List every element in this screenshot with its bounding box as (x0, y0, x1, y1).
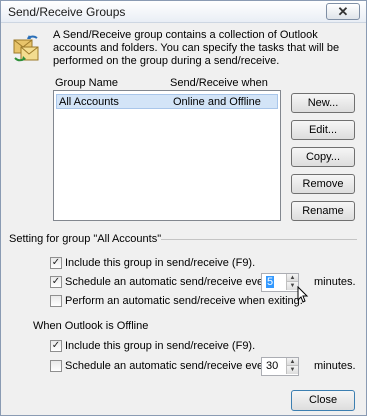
auto-exit-checkbox[interactable] (50, 295, 62, 307)
group-name-cell: All Accounts (59, 96, 119, 108)
group-settings-title: Setting for group "All Accounts" (9, 233, 162, 245)
schedule-online-minutes-input[interactable]: 5 ▲ ▼ (261, 273, 299, 292)
window-title: Send/Receive Groups (8, 5, 126, 19)
send-receive-dialog: Send/Receive Groups ✕ A Send/Receive gro… (0, 0, 367, 416)
checkmark-icon: ✓ (51, 340, 61, 351)
schedule-online-label: Schedule an automatic send/receive every (65, 276, 273, 288)
new-button[interactable]: New... (291, 93, 355, 113)
checkmark-icon: ✓ (51, 257, 61, 268)
send-receive-icon (13, 35, 39, 62)
spin-up-icon[interactable]: ▲ (286, 358, 298, 366)
checkmark-icon: ✓ (51, 276, 61, 287)
minutes-value: 5 (266, 276, 275, 288)
offline-minutes-unit-label: minutes. (314, 360, 356, 372)
close-icon: ✕ (337, 4, 349, 19)
offline-minutes-spinner[interactable]: ▲ ▼ (286, 358, 298, 375)
spin-up-icon[interactable]: ▲ (286, 274, 298, 282)
minutes-unit-label: minutes. (314, 276, 356, 288)
remove-button[interactable]: Remove (291, 174, 355, 194)
schedule-offline-minutes-input[interactable]: 30 ▲ ▼ (261, 357, 299, 376)
dialog-description: A Send/Receive group contains a collecti… (53, 29, 340, 67)
edit-button[interactable]: Edit... (291, 120, 355, 140)
include-online-label: Include this group in send/receive (F9). (65, 257, 256, 269)
offline-minutes-value: 30 (266, 360, 279, 372)
divider (161, 239, 357, 240)
send-receive-when-cell: Online and Offline (173, 96, 261, 108)
group-list[interactable]: All Accounts Online and Offline (53, 90, 281, 221)
column-header-send-receive-when: Send/Receive when (170, 77, 268, 89)
spin-down-icon[interactable]: ▼ (286, 366, 298, 374)
title-bar: Send/Receive Groups ✕ (1, 1, 366, 23)
schedule-online-checkbox[interactable]: ✓ (50, 276, 62, 288)
close-button[interactable]: Close (291, 390, 355, 411)
include-offline-label: Include this group in send/receive (F9). (65, 340, 256, 352)
auto-exit-label: Perform an automatic send/receive when e… (65, 295, 303, 307)
schedule-offline-checkbox[interactable] (50, 360, 62, 372)
include-online-checkbox[interactable]: ✓ (50, 257, 62, 269)
copy-button[interactable]: Copy... (291, 147, 355, 167)
close-window-button[interactable]: ✕ (326, 3, 360, 20)
rename-button[interactable]: Rename (291, 201, 355, 221)
include-offline-checkbox[interactable]: ✓ (50, 340, 62, 352)
list-item[interactable]: All Accounts Online and Offline (56, 94, 278, 109)
mouse-pointer-icon (297, 286, 309, 303)
offline-section-title: When Outlook is Offline (33, 320, 149, 332)
column-header-group-name: Group Name (55, 77, 118, 89)
schedule-offline-label: Schedule an automatic send/receive every (65, 360, 273, 372)
